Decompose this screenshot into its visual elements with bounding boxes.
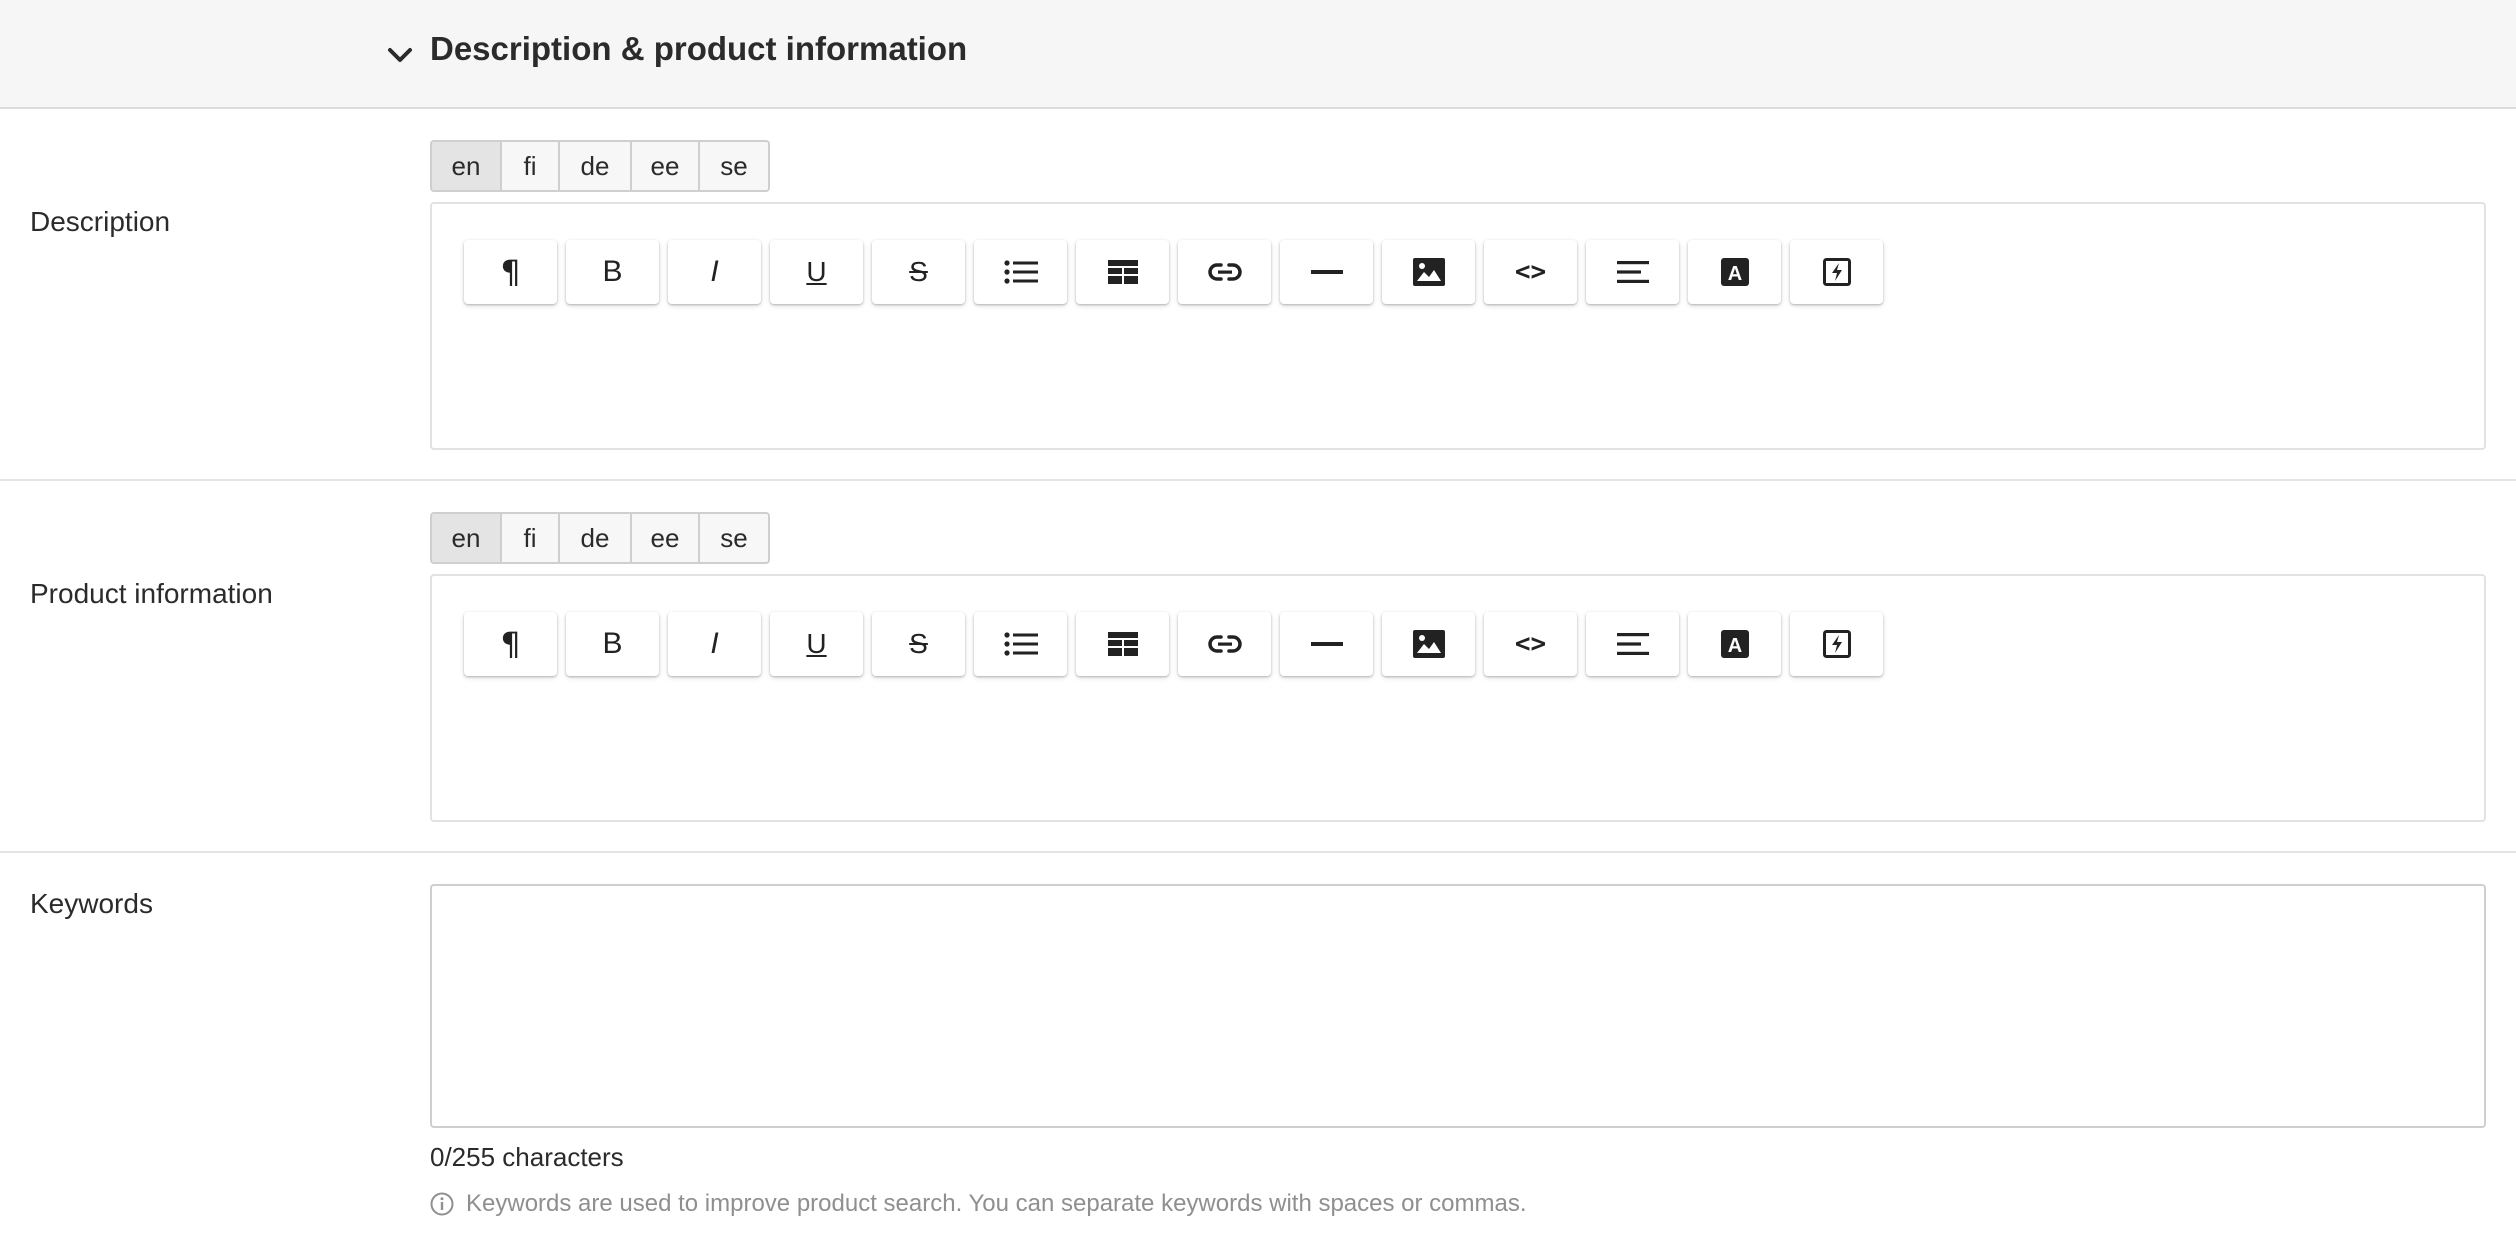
product-info-language-tabs: en fi de ee se: [430, 512, 770, 564]
section-title: Description & product information: [430, 30, 968, 67]
bold-icon: B: [602, 627, 623, 660]
text-color-icon: A: [1720, 258, 1749, 286]
bold-button[interactable]: B: [566, 612, 659, 676]
image-button[interactable]: [1382, 612, 1475, 676]
image-icon: [1412, 630, 1445, 658]
tab-lang-se[interactable]: se: [700, 142, 768, 190]
underline-icon: U: [806, 628, 827, 659]
link-icon: [1207, 635, 1242, 653]
text-color-button[interactable]: A: [1688, 240, 1781, 304]
table-button[interactable]: [1076, 612, 1169, 676]
bulleted-list-button[interactable]: [974, 240, 1067, 304]
table-button[interactable]: [1076, 240, 1169, 304]
tab-lang-se[interactable]: se: [700, 514, 768, 562]
paragraph-button[interactable]: ¶: [464, 612, 557, 676]
image-button[interactable]: [1382, 240, 1475, 304]
description-toolbar: ¶ B I U S <> A: [464, 240, 1883, 304]
tab-lang-en[interactable]: en: [432, 142, 502, 190]
horizontal-rule-button[interactable]: [1280, 240, 1373, 304]
chevron-down-icon[interactable]: [384, 42, 416, 70]
clear-format-button[interactable]: [1790, 612, 1883, 676]
strikethrough-button[interactable]: S: [872, 612, 965, 676]
image-icon: [1412, 258, 1445, 286]
code-button[interactable]: <>: [1484, 240, 1577, 304]
tab-lang-ee[interactable]: ee: [632, 514, 700, 562]
paragraph-icon: ¶: [500, 625, 521, 663]
svg-text:A: A: [1727, 635, 1741, 657]
underline-icon: U: [806, 256, 827, 287]
underline-button[interactable]: U: [770, 240, 863, 304]
table-icon: [1107, 632, 1138, 656]
tab-lang-ee[interactable]: ee: [632, 142, 700, 190]
paragraph-icon: ¶: [500, 253, 521, 291]
italic-icon: I: [710, 627, 719, 660]
clear-format-icon: [1822, 258, 1851, 286]
clear-format-icon: [1822, 630, 1851, 658]
italic-button[interactable]: I: [668, 612, 761, 676]
code-icon: <>: [1514, 257, 1547, 287]
align-button[interactable]: [1586, 240, 1679, 304]
strikethrough-icon: S: [909, 256, 928, 287]
strikethrough-button[interactable]: S: [872, 240, 965, 304]
section-header: Description & product information: [0, 0, 2516, 109]
product-info-toolbar: ¶ B I U S <> A: [464, 612, 1883, 676]
horizontal-rule-icon: [1310, 642, 1343, 646]
italic-icon: I: [710, 255, 719, 288]
keywords-char-count: 0/255 characters: [430, 1142, 624, 1172]
description-editor[interactable]: ¶ B I U S <> A: [430, 202, 2486, 450]
svg-text:A: A: [1727, 263, 1741, 285]
code-icon: <>: [1514, 629, 1547, 659]
horizontal-rule-button[interactable]: [1280, 612, 1373, 676]
align-button[interactable]: [1586, 612, 1679, 676]
italic-button[interactable]: I: [668, 240, 761, 304]
bold-icon: B: [602, 255, 623, 288]
tab-lang-fi[interactable]: fi: [502, 514, 560, 562]
clear-format-button[interactable]: [1790, 240, 1883, 304]
keywords-hint: Keywords are used to improve product sea…: [430, 1190, 1527, 1218]
keywords-hint-text: Keywords are used to improve product sea…: [466, 1190, 1527, 1217]
tab-lang-de[interactable]: de: [560, 142, 632, 190]
tab-lang-de[interactable]: de: [560, 514, 632, 562]
description-label: Description: [30, 206, 171, 237]
description-language-tabs: en fi de ee se: [430, 140, 770, 192]
row-divider: [0, 851, 2516, 853]
horizontal-rule-icon: [1310, 270, 1343, 274]
align-left-icon: [1616, 633, 1649, 655]
align-left-icon: [1616, 261, 1649, 283]
underline-button[interactable]: U: [770, 612, 863, 676]
text-color-icon: A: [1720, 630, 1749, 658]
keywords-label: Keywords: [30, 888, 153, 919]
keywords-input[interactable]: [430, 884, 2486, 1128]
strikethrough-icon: S: [909, 628, 928, 659]
paragraph-button[interactable]: ¶: [464, 240, 557, 304]
bold-button[interactable]: B: [566, 240, 659, 304]
link-button[interactable]: [1178, 612, 1271, 676]
text-color-button[interactable]: A: [1688, 612, 1781, 676]
link-icon: [1207, 263, 1242, 281]
list-icon: [1003, 260, 1038, 284]
row-divider: [0, 479, 2516, 481]
tab-lang-fi[interactable]: fi: [502, 142, 560, 190]
info-icon: [430, 1192, 454, 1216]
product-info-label: Product information: [30, 578, 273, 609]
tab-lang-en[interactable]: en: [432, 514, 502, 562]
list-icon: [1003, 632, 1038, 656]
product-info-editor[interactable]: ¶ B I U S <> A: [430, 574, 2486, 822]
code-button[interactable]: <>: [1484, 612, 1577, 676]
bulleted-list-button[interactable]: [974, 612, 1067, 676]
link-button[interactable]: [1178, 240, 1271, 304]
table-icon: [1107, 260, 1138, 284]
